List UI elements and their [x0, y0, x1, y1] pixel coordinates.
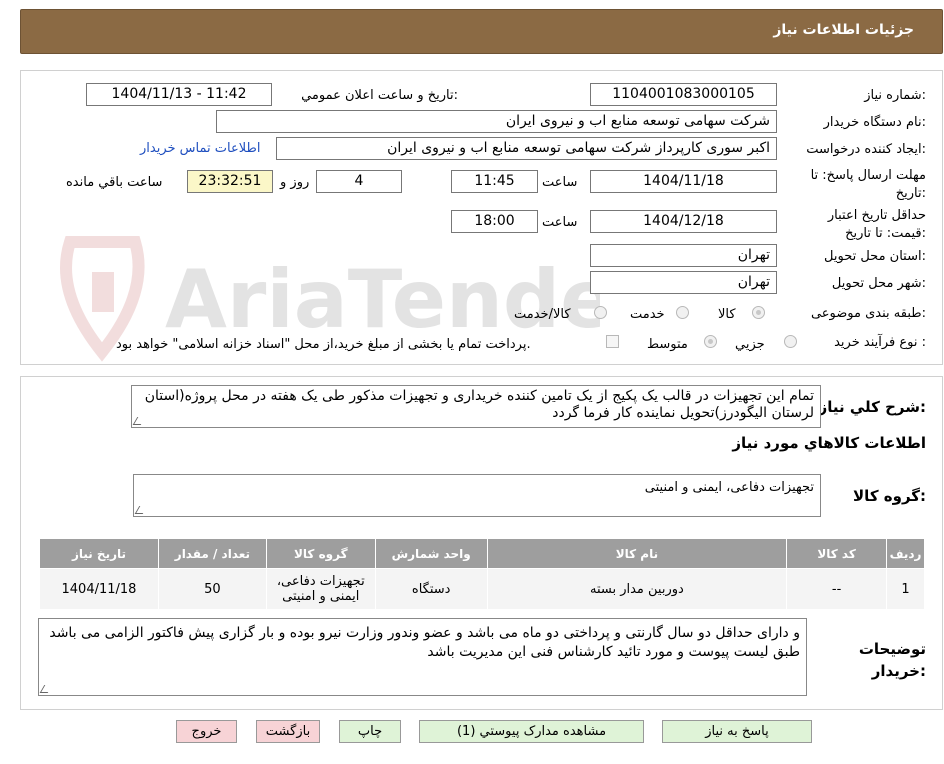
- goods-group-text: تجهیزات دفاعی، ایمنی و امنیتی: [644, 480, 814, 495]
- price-valid-label: حداقل تاريخ اعتبار قيمت: تا تاريخ:: [827, 208, 926, 241]
- process-label: نوع فرآیند خرید :: [834, 335, 926, 350]
- days-field: 4: [316, 170, 402, 193]
- category-option-goods: کالا: [718, 307, 736, 322]
- cell-date: 1404/11/18: [39, 568, 159, 610]
- cell-row: 1: [886, 568, 925, 610]
- deadline-time-label: ساعت: [542, 175, 578, 190]
- description-textarea[interactable]: تمام این تجهیزات در قالب یک پکیج از یک ت…: [131, 385, 821, 428]
- requester-label: ایجاد کننده درخواست:: [806, 142, 926, 157]
- cell-qty: 50: [157, 568, 267, 610]
- reply-button[interactable]: پاسخ به نياز: [662, 720, 812, 743]
- back-button[interactable]: بازگشت: [256, 720, 320, 743]
- cell-name: دوربین مدار بسته: [486, 568, 788, 610]
- announce-field: 1404/11/13 - 11:42: [86, 83, 272, 106]
- col-qty-header: تعداد / مقدار: [157, 538, 267, 569]
- col-name-header: نام کالا: [486, 538, 788, 569]
- goods-section-title: اطلاعات کالاهاي مورد نياز: [732, 434, 926, 452]
- cell-group: تجهیزات دفاعی، ایمنی و امنیتی: [265, 568, 376, 610]
- treasury-payment-checkbox[interactable]: [606, 335, 619, 348]
- buyer-contact-link[interactable]: اطلاعات تماس خريدار: [140, 141, 260, 156]
- category-radio-goods[interactable]: [752, 306, 765, 319]
- category-option-service: خدمت: [630, 307, 665, 322]
- description-text: تمام این تجهیزات در قالب یک پکیج از یک ت…: [144, 388, 814, 421]
- category-radio-service[interactable]: [676, 306, 689, 319]
- buyer-notes-text: و دارای حداقل دو سال گارنتی و پرداختی دو…: [49, 625, 800, 660]
- goods-group-textarea[interactable]: تجهیزات دفاعی، ایمنی و امنیتی: [133, 474, 821, 517]
- page-title: جزئیات اطلاعات نیاز: [773, 22, 914, 38]
- attachments-button[interactable]: مشاهده مدارک پيوستي (1): [419, 720, 644, 743]
- description-label: شرح کلي نياز:: [818, 398, 926, 416]
- process-radio-medium[interactable]: [704, 335, 717, 348]
- city-field: تهران: [590, 271, 777, 294]
- process-option-small: جزیي: [735, 337, 765, 352]
- deadline-label: مهلت ارسال پاسخ: تا تاریخ:: [810, 168, 926, 201]
- payment-note: پرداخت تمام یا بخشی از مبلغ خرید،از محل …: [116, 337, 531, 352]
- category-label: طبقه بندی موضوعی:: [810, 306, 926, 321]
- days-label: روز و: [280, 175, 310, 190]
- remaining-time-field: 23:32:51: [187, 170, 273, 193]
- deadline-time-field: 11:45: [451, 170, 538, 193]
- table-header-row: رديف کد کالا نام کالا واحد شمارش گروه کا…: [39, 538, 925, 569]
- items-table: رديف کد کالا نام کالا واحد شمارش گروه کا…: [39, 538, 925, 610]
- category-option-both: کالا/خدمت: [514, 307, 571, 322]
- announce-label: تاریخ و ساعت اعلان عمومي:: [301, 88, 458, 103]
- buyer-org-field: شرکت سهامی توسعه منابع اب و نیروی ایران: [216, 110, 777, 133]
- price-valid-date-field: 1404/12/18: [590, 210, 777, 233]
- print-button[interactable]: چاپ: [339, 720, 401, 743]
- province-label: استان محل تحویل:: [824, 249, 926, 264]
- page-header: جزئیات اطلاعات نیاز: [20, 9, 943, 54]
- cell-unit: دستگاه: [374, 568, 488, 610]
- remaining-label: ساعت باقي مانده: [66, 175, 163, 190]
- buyer-org-label: نام دستگاه خريدار:: [823, 115, 926, 130]
- col-unit-header: واحد شمارش: [374, 538, 488, 569]
- need-number-label: شماره نیاز:: [864, 88, 926, 103]
- exit-button[interactable]: خروج: [176, 720, 237, 743]
- requester-field: اکبر سوری کارپرداز شرکت سهامی توسعه مناب…: [276, 137, 777, 160]
- col-date-header: تاریخ نیاز: [39, 538, 159, 569]
- resize-grip-icon[interactable]: [134, 506, 148, 514]
- process-radio-small[interactable]: [784, 335, 797, 348]
- category-radio-both[interactable]: [594, 306, 607, 319]
- goods-group-label: گروه کالا:: [853, 487, 926, 505]
- table-row: 1 -- دوربین مدار بسته دستگاه تجهیزات دفا…: [39, 568, 925, 610]
- price-valid-time-label: ساعت: [542, 215, 578, 230]
- city-label: شهر محل تحویل:: [831, 276, 926, 291]
- col-code-header: کد کالا: [786, 538, 888, 569]
- col-group-header: گروه کالا: [265, 538, 376, 569]
- buyer-notes-textarea[interactable]: و دارای حداقل دو سال گارنتی و پرداختی دو…: [38, 618, 807, 696]
- process-option-medium: متوسط: [647, 337, 688, 352]
- buyer-notes-label: توضيحات خريدار:: [858, 640, 926, 680]
- cell-code: --: [786, 568, 888, 610]
- resize-grip-icon[interactable]: [132, 417, 146, 425]
- province-field: تهران: [590, 244, 777, 267]
- resize-grip-icon[interactable]: [39, 685, 53, 693]
- price-valid-time-field: 18:00: [451, 210, 538, 233]
- deadline-date-field: 1404/11/18: [590, 170, 777, 193]
- col-row-header: رديف: [886, 538, 925, 569]
- need-number-field: 1104001083000105: [590, 83, 777, 106]
